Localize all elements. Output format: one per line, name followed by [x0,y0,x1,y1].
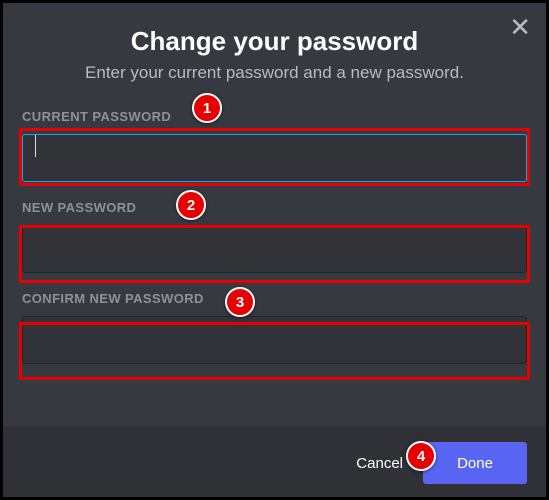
modal-footer: Cancel Done [0,426,549,500]
close-icon[interactable]: ✕ [509,14,531,40]
confirm-password-input[interactable] [22,316,527,364]
cancel-button[interactable]: Cancel [356,455,403,472]
new-password-input[interactable] [22,225,527,273]
change-password-modal: ✕ Change your password Enter your curren… [0,0,549,500]
label-confirm-password: CONFIRM NEW PASSWORD [22,291,527,306]
modal-title: Change your password [22,26,527,57]
field-new-password: NEW PASSWORD [22,200,527,273]
modal-subtitle: Enter your current password and a new pa… [22,63,527,83]
field-current-password: CURRENT PASSWORD [22,109,527,182]
field-confirm-password: CONFIRM NEW PASSWORD [22,291,527,364]
current-password-input[interactable] [22,134,527,182]
callout-badge: 1 [192,93,222,123]
callout-badge: 3 [225,287,255,317]
label-new-password: NEW PASSWORD [22,200,527,215]
callout-badge: 2 [176,190,206,220]
callout-badge: 4 [406,441,436,471]
label-current-password: CURRENT PASSWORD [22,109,527,124]
done-button[interactable]: Done [423,442,527,484]
